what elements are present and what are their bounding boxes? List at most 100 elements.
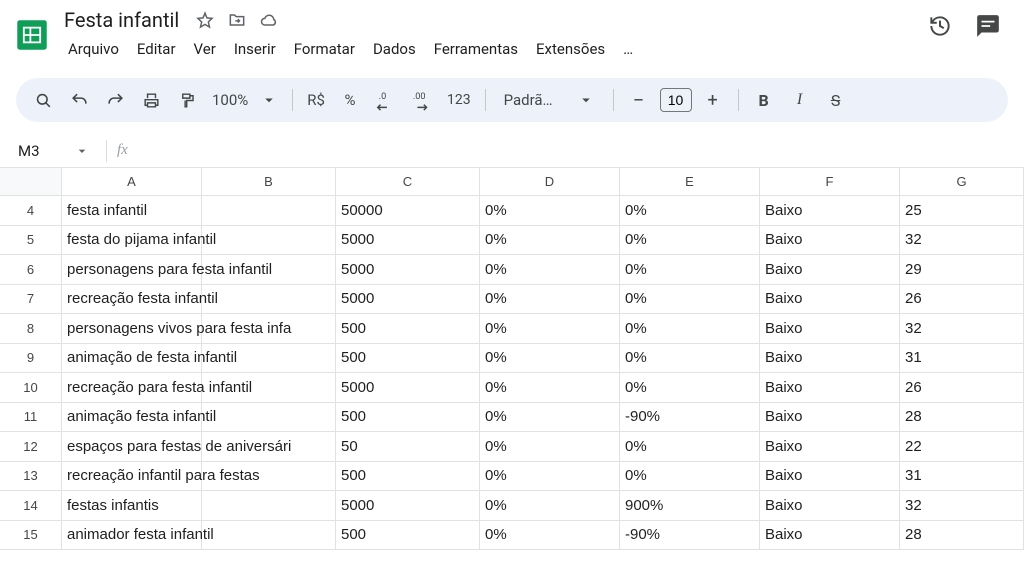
font-dropdown[interactable]: Padrã… (496, 91, 603, 109)
cell-A9[interactable]: animação de festa infantil (62, 344, 202, 373)
cell-G6[interactable]: 29 (900, 255, 1024, 284)
cell-E14[interactable]: 900% (620, 491, 760, 520)
cell-B7[interactable] (202, 285, 336, 314)
cell-C11[interactable]: 500 (336, 403, 480, 432)
column-header-E[interactable]: E (620, 168, 760, 195)
cell-F9[interactable]: Baixo (760, 344, 900, 373)
cell-G9[interactable]: 31 (900, 344, 1024, 373)
menu-overflow[interactable]: … (615, 36, 641, 62)
cell-C7[interactable]: 5000 (336, 285, 480, 314)
menu-ver[interactable]: Ver (186, 36, 224, 62)
cell-A6[interactable]: personagens para festa infantil (62, 255, 202, 284)
row-header-11[interactable]: 11 (0, 403, 62, 432)
cell-B15[interactable] (202, 521, 336, 550)
italic-button[interactable]: I (785, 85, 815, 115)
cell-A11[interactable]: animação festa infantil (62, 403, 202, 432)
cell-F13[interactable]: Baixo (760, 462, 900, 491)
star-icon[interactable] (195, 10, 215, 30)
cell-A10[interactable]: recreação para festa infantil (62, 373, 202, 402)
search-icon[interactable] (28, 85, 58, 115)
cell-D4[interactable]: 0% (480, 196, 620, 225)
row-header-14[interactable]: 14 (0, 491, 62, 520)
more-formats-button[interactable]: 123 (443, 85, 475, 115)
cell-C9[interactable]: 500 (336, 344, 480, 373)
cell-G11[interactable]: 28 (900, 403, 1024, 432)
sheets-logo[interactable] (12, 8, 52, 62)
cell-D12[interactable]: 0% (480, 432, 620, 461)
cell-G13[interactable]: 31 (900, 462, 1024, 491)
cell-C15[interactable]: 500 (336, 521, 480, 550)
spreadsheet-grid[interactable]: ABCDEFG 4festa infantil500000%0%Baixo255… (0, 168, 1024, 550)
cell-A7[interactable]: recreação festa infantil (62, 285, 202, 314)
select-all-corner[interactable] (0, 168, 62, 195)
decrease-decimal-icon[interactable]: .0 (371, 85, 401, 115)
column-header-A[interactable]: A (62, 168, 202, 195)
cell-B11[interactable] (202, 403, 336, 432)
cell-F6[interactable]: Baixo (760, 255, 900, 284)
cell-F11[interactable]: Baixo (760, 403, 900, 432)
cell-G15[interactable]: 28 (900, 521, 1024, 550)
menu-formatar[interactable]: Formatar (286, 36, 363, 62)
font-size-input[interactable] (660, 88, 692, 112)
cell-C13[interactable]: 500 (336, 462, 480, 491)
cell-F5[interactable]: Baixo (760, 226, 900, 255)
cell-B5[interactable] (202, 226, 336, 255)
cell-D8[interactable]: 0% (480, 314, 620, 343)
increase-decimal-icon[interactable]: .00 (407, 85, 437, 115)
cell-G14[interactable]: 32 (900, 491, 1024, 520)
cell-E15[interactable]: -90% (620, 521, 760, 550)
menu-extensoes[interactable]: Extensões (528, 36, 613, 62)
cell-F10[interactable]: Baixo (760, 373, 900, 402)
percent-button[interactable]: % (335, 85, 365, 115)
cloud-status-icon[interactable] (259, 10, 279, 30)
cell-G12[interactable]: 22 (900, 432, 1024, 461)
cell-E5[interactable]: 0% (620, 226, 760, 255)
menu-ferramentas[interactable]: Ferramentas (426, 36, 526, 62)
cell-E11[interactable]: -90% (620, 403, 760, 432)
row-header-5[interactable]: 5 (0, 226, 62, 255)
move-folder-icon[interactable] (227, 10, 247, 30)
cell-F8[interactable]: Baixo (760, 314, 900, 343)
cell-G7[interactable]: 26 (900, 285, 1024, 314)
cell-A5[interactable]: festa do pijama infantil (62, 226, 202, 255)
formula-input[interactable] (136, 136, 1024, 165)
cell-F15[interactable]: Baixo (760, 521, 900, 550)
paint-format-icon[interactable] (172, 85, 202, 115)
cell-A4[interactable]: festa infantil (62, 196, 202, 225)
cell-G4[interactable]: 25 (900, 196, 1024, 225)
cell-C12[interactable]: 50 (336, 432, 480, 461)
strikethrough-button[interactable]: S (821, 85, 851, 115)
row-header-9[interactable]: 9 (0, 344, 62, 373)
menu-inserir[interactable]: Inserir (226, 36, 284, 62)
cell-C8[interactable]: 500 (336, 314, 480, 343)
cell-C14[interactable]: 5000 (336, 491, 480, 520)
cell-B14[interactable] (202, 491, 336, 520)
history-icon[interactable] (926, 12, 954, 40)
print-icon[interactable] (136, 85, 166, 115)
cell-D6[interactable]: 0% (480, 255, 620, 284)
cell-D10[interactable]: 0% (480, 373, 620, 402)
cell-F14[interactable]: Baixo (760, 491, 900, 520)
cell-E4[interactable]: 0% (620, 196, 760, 225)
cell-A12[interactable]: espaços para festas de aniversári (62, 432, 202, 461)
chevron-down-icon[interactable] (74, 143, 90, 159)
cell-C6[interactable]: 5000 (336, 255, 480, 284)
cell-D7[interactable]: 0% (480, 285, 620, 314)
undo-icon[interactable] (64, 85, 94, 115)
row-header-12[interactable]: 12 (0, 432, 62, 461)
cell-D15[interactable]: 0% (480, 521, 620, 550)
doc-title[interactable]: Festa infantil (60, 6, 183, 34)
column-header-D[interactable]: D (480, 168, 620, 195)
cell-C4[interactable]: 50000 (336, 196, 480, 225)
cell-A15[interactable]: animador festa infantil (62, 521, 202, 550)
name-box[interactable]: M3 (0, 142, 100, 160)
row-header-13[interactable]: 13 (0, 462, 62, 491)
cell-G5[interactable]: 32 (900, 226, 1024, 255)
cell-E10[interactable]: 0% (620, 373, 760, 402)
cell-E12[interactable]: 0% (620, 432, 760, 461)
cell-C5[interactable]: 5000 (336, 226, 480, 255)
column-header-F[interactable]: F (760, 168, 900, 195)
menu-dados[interactable]: Dados (365, 36, 424, 62)
cell-E8[interactable]: 0% (620, 314, 760, 343)
redo-icon[interactable] (100, 85, 130, 115)
